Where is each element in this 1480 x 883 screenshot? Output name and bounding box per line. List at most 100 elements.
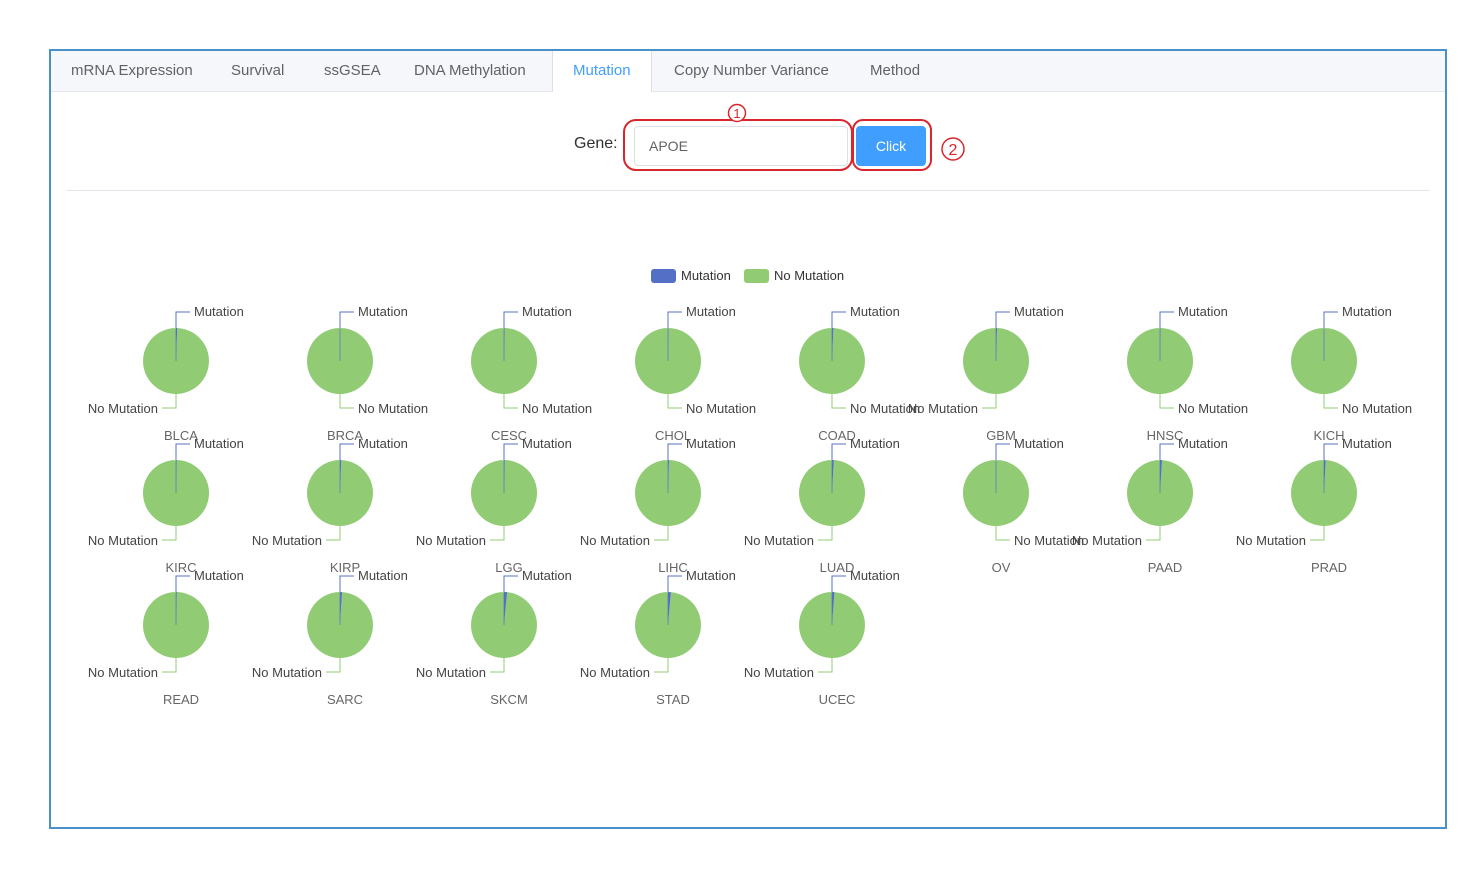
mutation-leader-line <box>175 443 190 460</box>
no-mutation-leader-line <box>490 658 505 673</box>
no-mutation-leader-line <box>654 658 669 673</box>
pie-kich: Mutation No Mutation KICH <box>1291 304 1412 443</box>
mutation-leader-line <box>831 575 846 592</box>
pie-title: PRAD <box>1311 560 1347 575</box>
mutation-leader-line <box>1323 443 1338 460</box>
mutation-slice-label: Mutation <box>194 436 244 451</box>
no-mutation-slice-label: No Mutation <box>580 533 650 548</box>
mutation-leader-line <box>339 311 354 328</box>
pie-title: OV <box>992 560 1011 575</box>
no-mutation-slice-label: No Mutation <box>88 533 158 548</box>
no-mutation-slice-label: No Mutation <box>358 401 428 416</box>
chart-legend: Mutation No Mutation <box>651 268 844 283</box>
tab-ssgsea[interactable]: ssGSEA <box>304 51 401 91</box>
pie-title: PAAD <box>1148 560 1182 575</box>
pie-ucec: Mutation No Mutation UCEC <box>744 568 900 707</box>
pie-lihc: Mutation No Mutation LIHC <box>580 436 736 575</box>
pie-title: READ <box>163 692 199 707</box>
legend-no-mutation-swatch <box>744 269 769 283</box>
no-mutation-leader-line <box>326 658 341 673</box>
mutation-slice-label: Mutation <box>522 304 572 319</box>
no-mutation-slice-label: No Mutation <box>908 401 978 416</box>
no-mutation-leader-line <box>162 658 177 673</box>
mutation-slice-label: Mutation <box>686 304 736 319</box>
mutation-leader-line <box>503 311 518 328</box>
pie-stad: Mutation No Mutation STAD <box>580 568 736 707</box>
mutation-slice-label: Mutation <box>522 568 572 583</box>
pie-skcm: Mutation No Mutation SKCM <box>416 568 572 707</box>
no-mutation-slice-label: No Mutation <box>744 533 814 548</box>
mutation-slice-label: Mutation <box>686 568 736 583</box>
no-mutation-leader-line <box>339 394 354 409</box>
pie-luad: MutationNo MutationLUAD <box>744 436 900 575</box>
pie-cesc: MutationNo MutationCESC <box>471 304 592 443</box>
gene-input[interactable] <box>634 126 848 166</box>
mutation-leader-line <box>831 443 846 460</box>
pie-lgg: Mutation No Mutation LGG <box>416 436 572 575</box>
mutation-slice-label: Mutation <box>358 304 408 319</box>
mutation-slice-label: Mutation <box>194 304 244 319</box>
no-mutation-slice-label: No Mutation <box>686 401 756 416</box>
tab-copy-number-variance[interactable]: Copy Number Variance <box>654 51 849 91</box>
no-mutation-slice-label: No Mutation <box>1236 533 1306 548</box>
no-mutation-leader-line <box>995 526 1010 541</box>
mutation-slice-label: Mutation <box>850 568 900 583</box>
mutation-leader-line <box>175 575 190 592</box>
legend-mutation-swatch <box>651 269 676 283</box>
pie-coad: MutationNo MutationCOAD <box>798 304 920 443</box>
tab-mrna-expression[interactable]: mRNA Expression <box>51 51 213 91</box>
no-mutation-slice-label: No Mutation <box>416 665 486 680</box>
mutation-leader-line <box>667 443 682 460</box>
no-mutation-slice-label: No Mutation <box>252 665 322 680</box>
divider <box>66 190 1430 191</box>
mutation-slice-label: Mutation <box>358 568 408 583</box>
mutation-leader-line <box>667 311 682 328</box>
click-button[interactable]: Click <box>856 126 926 166</box>
mutation-slice-label: Mutation <box>1342 304 1392 319</box>
pie-title: SARC <box>327 692 363 707</box>
pie-prad: Mutation No Mutation PRAD <box>1236 436 1392 575</box>
no-mutation-slice-label: No Mutation <box>522 401 592 416</box>
pie-title: LGG <box>495 560 522 575</box>
pie-blca: MutationNo MutationBLCA <box>88 304 244 443</box>
no-mutation-slice-label: No Mutation <box>1072 533 1142 548</box>
no-mutation-slice-label: No Mutation <box>1178 401 1248 416</box>
no-mutation-leader-line <box>162 394 177 409</box>
tab-dna-methylation[interactable]: DNA Methylation <box>394 51 546 91</box>
tab-method[interactable]: Method <box>850 51 940 91</box>
mutation-leader-line <box>995 443 1010 460</box>
gene-label: Gene: <box>574 135 618 152</box>
mutation-slice-label: Mutation <box>1178 304 1228 319</box>
no-mutation-slice-label: No Mutation <box>88 665 158 680</box>
legend-no-mutation-label: No Mutation <box>774 268 844 283</box>
legend-mutation-label: Mutation <box>681 268 731 283</box>
no-mutation-leader-line <box>654 526 669 541</box>
pie-hnsc: MutationNo MutationHNSC <box>1126 304 1248 443</box>
pie-title: KIRC <box>165 560 196 575</box>
mutation-slice-label: Mutation <box>358 436 408 451</box>
pie-title: STAD <box>656 692 690 707</box>
pie-paad: Mutation No Mutation PAAD <box>1072 436 1228 575</box>
no-mutation-leader-line <box>490 526 505 541</box>
mutation-leader-line <box>339 443 354 460</box>
pie-sarc: Mutation No Mutation SARC <box>252 568 408 707</box>
pie-title: SKCM <box>490 692 528 707</box>
no-mutation-leader-line <box>1159 394 1174 409</box>
pie-ov: MutationNo MutationOV <box>963 436 1084 575</box>
tab-mutation[interactable]: Mutation <box>552 51 652 92</box>
no-mutation-slice-label: No Mutation <box>744 665 814 680</box>
mutation-slice-label: Mutation <box>1014 436 1064 451</box>
mutation-leader-line <box>339 575 354 592</box>
no-mutation-leader-line <box>326 526 341 541</box>
no-mutation-leader-line <box>162 526 177 541</box>
mutation-leader-line <box>175 311 190 328</box>
mutation-leader-line <box>1323 311 1338 328</box>
no-mutation-leader-line <box>503 394 518 409</box>
mutation-slice-label: Mutation <box>1178 436 1228 451</box>
no-mutation-leader-line <box>818 526 833 541</box>
pie-kirp: Mutation No Mutation KIRP <box>252 436 408 575</box>
no-mutation-slice-label: No Mutation <box>416 533 486 548</box>
tab-survival[interactable]: Survival <box>211 51 304 91</box>
pie-read: Mutation No Mutation READ <box>88 568 244 707</box>
no-mutation-slice-label: No Mutation <box>1342 401 1412 416</box>
